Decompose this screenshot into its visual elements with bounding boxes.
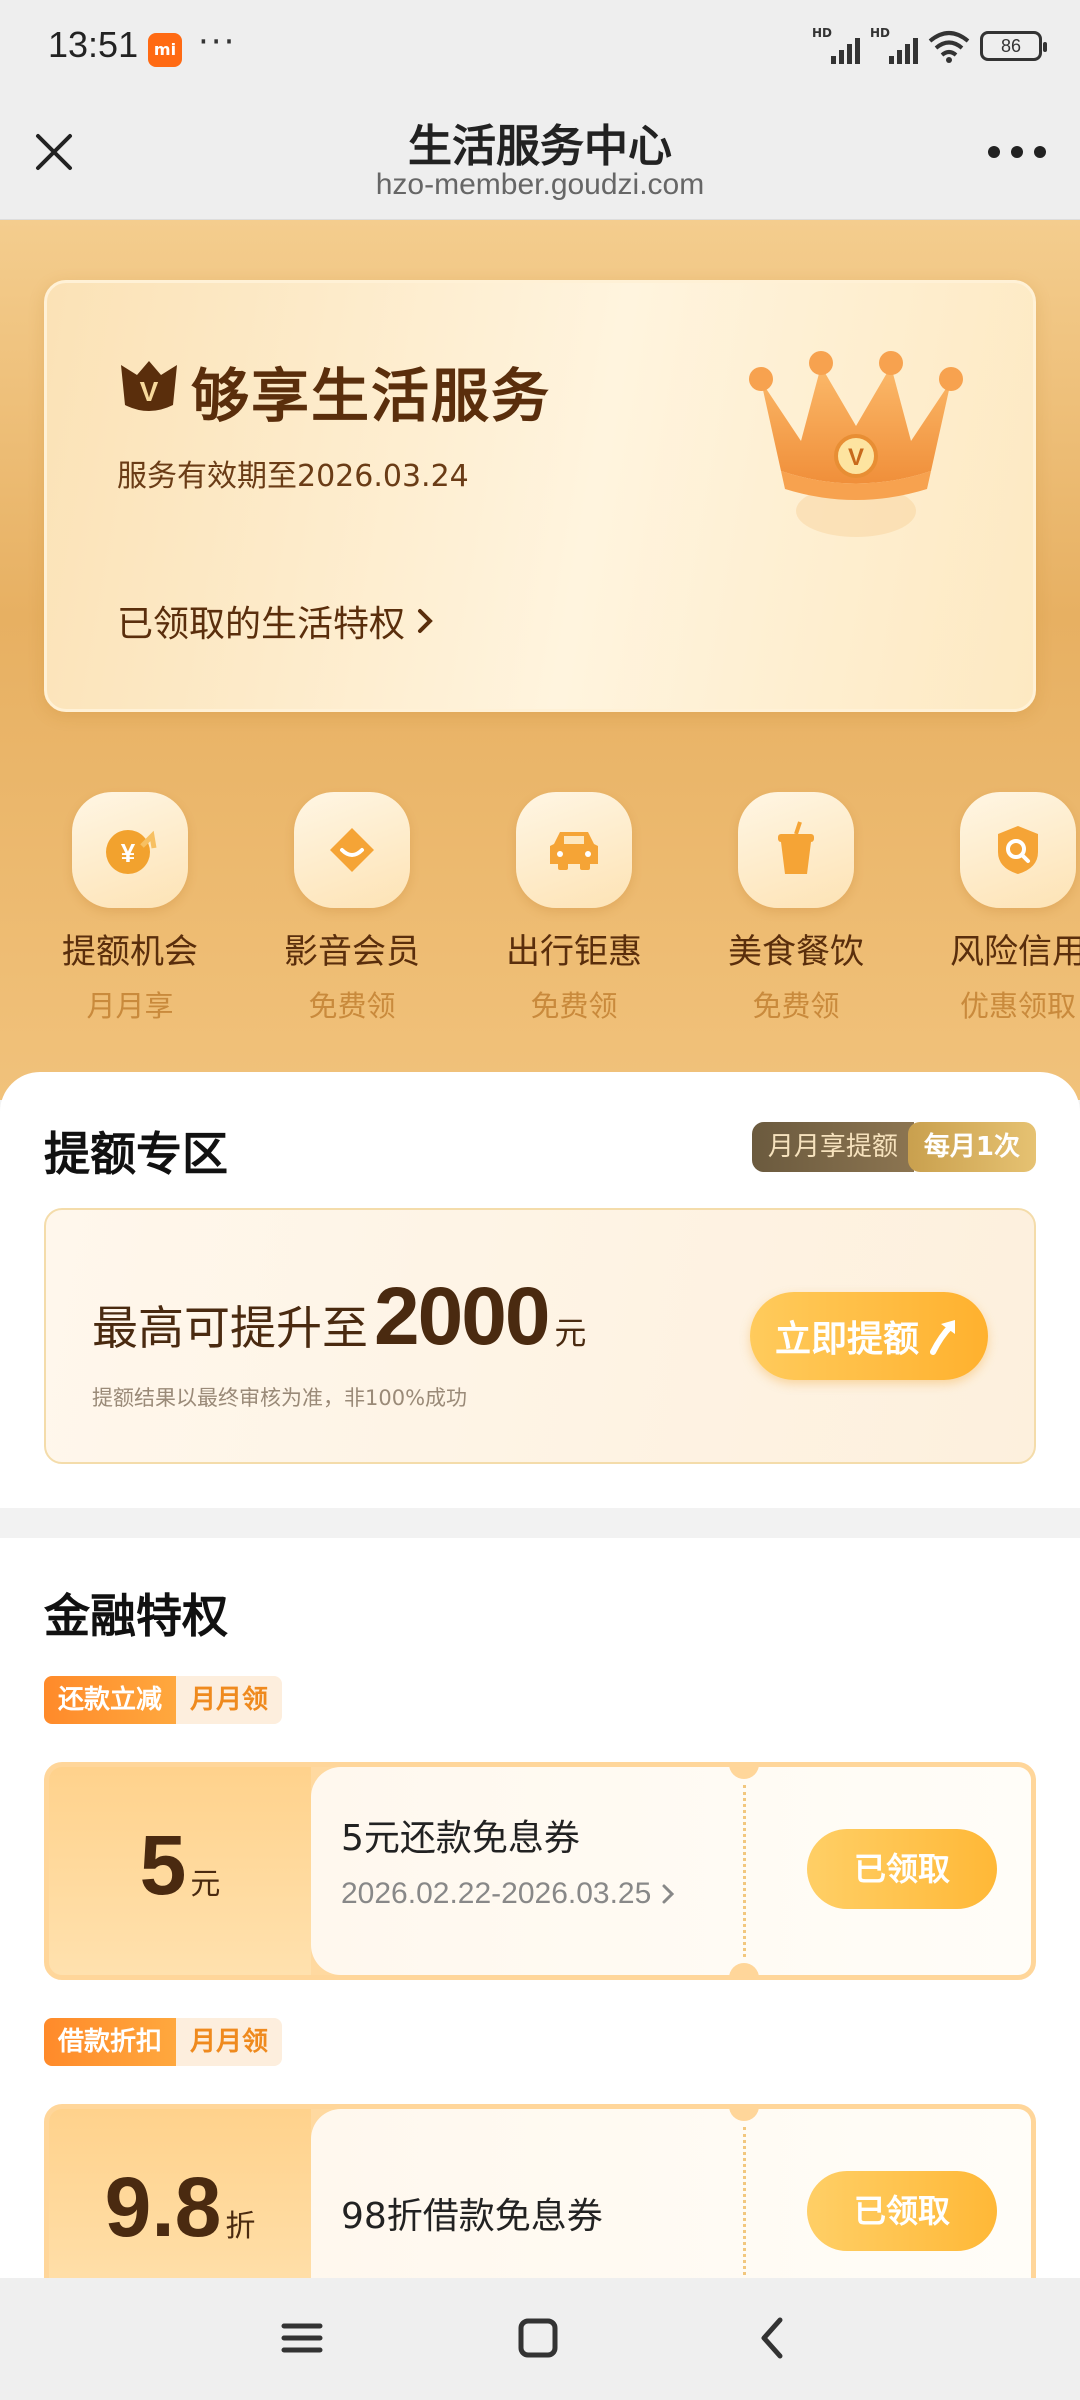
hero-background: V 够享生活服务 服务有效期至2026.03.24 已领取的生活特权 V ¥ 提…	[0, 220, 1080, 1100]
coupon-date-link[interactable]: 2026.02.22-2026.03.25	[341, 1877, 675, 1911]
coupon-amount: 5元	[139, 1818, 221, 1912]
category-item-travel[interactable]: 出行钜惠 免费领	[474, 792, 674, 1025]
membership-title: 够享生活服务	[191, 362, 552, 430]
membership-card: V 够享生活服务 服务有效期至2026.03.24 已领取的生活特权 V	[44, 280, 1036, 712]
boost-unit: 元	[554, 1314, 587, 1352]
yen-up-icon: ¥	[72, 792, 188, 908]
menu-icon[interactable]	[272, 2308, 332, 2368]
boost-amount: 2000	[374, 1271, 550, 1362]
category-grid: ¥ 提额机会 月月享 影音会员 免费领 出行钜惠 免费领 美食餐饮 免费领 风险…	[0, 792, 1080, 1025]
monthly-boost-badge: 月月享提额	[751, 1122, 914, 1172]
coupon-date: 2026.02.22-2026.03.25	[341, 1877, 652, 1910]
arrow-up-right-icon	[930, 1320, 955, 1355]
section-title: 提额专区	[44, 1127, 228, 1181]
back-chevron-icon[interactable]	[744, 2308, 804, 2368]
coupon-amount: 9.8 折	[104, 2160, 256, 2254]
category-item-food[interactable]: 美食餐饮 免费领	[696, 792, 896, 1025]
chevron-right-icon	[662, 1884, 675, 1904]
coupon-tag-label: 借款折扣	[44, 2018, 177, 2066]
coupon-title: 5元还款免息券	[341, 1818, 580, 1859]
boost-now-button[interactable]: 立即提额	[750, 1292, 988, 1380]
category-sub: 优惠领取	[959, 989, 1076, 1023]
validity-text: 服务有效期至2026.03.24	[117, 459, 469, 494]
cup-icon	[738, 792, 854, 908]
repayment-coupon: 5元 5元还款免息券 2026.02.22-2026.03.25 已领取	[44, 1762, 1036, 1980]
boost-disclaimer: 提额结果以最终审核为准，非100%成功	[92, 1386, 468, 1410]
category-name: 出行钜惠	[506, 932, 642, 972]
category-name: 风险信用	[950, 932, 1080, 972]
category-name: 影音会员	[284, 932, 420, 972]
category-name: 提额机会	[62, 932, 198, 972]
finance-section: 金融特权 还款立减 月月领 5元 5元还款免息券 2026.02.22-2026…	[0, 1538, 1080, 2278]
claimed-button[interactable]: 已领取	[807, 2171, 997, 2251]
wifi-icon	[928, 31, 970, 63]
boost-card: 最高可提升至 2000 元 提额结果以最终审核为准，非100%成功 立即提额	[44, 1208, 1036, 1464]
once-per-month-badge: 每月1次	[907, 1122, 1036, 1172]
page-url: hzo-member.goudzi.com	[375, 168, 705, 201]
claimed-button[interactable]: 已领取	[807, 1829, 997, 1909]
chevron-right-icon	[418, 609, 433, 633]
signal-icon-2: HD	[870, 26, 918, 64]
boost-prefix: 最高可提升至	[92, 1301, 368, 1355]
status-time: 13:51	[48, 24, 139, 65]
category-sub: 免费领	[308, 989, 396, 1023]
coupon-tag-sub: 月月领	[176, 1676, 283, 1724]
loan-coupon: 9.8 折 98折借款免息券 已领取	[44, 2104, 1036, 2278]
title-bar: 生活服务中心 hzo-member.goudzi.com	[0, 96, 1080, 220]
coupon-title: 98折借款免息券	[341, 2196, 603, 2237]
status-right-icons: HD HD 86	[812, 26, 1047, 64]
category-sub: 免费领	[752, 989, 840, 1023]
category-name: 美食餐饮	[728, 932, 864, 972]
boost-badges: 月月享提额 每月1次	[751, 1122, 1036, 1172]
mi-app-icon: mi	[148, 33, 182, 67]
svg-text:¥: ¥	[121, 838, 136, 868]
svg-text:V: V	[140, 376, 159, 407]
signal-icon: HD	[812, 26, 860, 64]
claimed-privileges-label: 已领取的生活特权	[117, 604, 406, 645]
more-dots-icon[interactable]	[988, 146, 1046, 160]
page-title: 生活服务中心	[408, 121, 672, 172]
section-title: 金融特权	[44, 1589, 228, 1643]
category-item-media[interactable]: 影音会员 免费领	[252, 792, 452, 1025]
svg-text:V: V	[848, 444, 864, 471]
category-item-boost[interactable]: ¥ 提额机会 月月享	[30, 792, 230, 1025]
category-sub: 免费领	[530, 989, 618, 1023]
status-more-icon: ···	[198, 22, 237, 62]
claimed-privileges-link[interactable]: 已领取的生活特权	[117, 595, 435, 647]
car-icon	[516, 792, 632, 908]
status-bar: 13:51 mi ··· HD HD 86	[0, 0, 1080, 96]
coupon-tag-sub: 月月领	[176, 2018, 283, 2066]
home-square-icon[interactable]	[508, 2308, 568, 2368]
battery-icon: 86	[980, 31, 1047, 61]
shield-search-icon	[960, 792, 1076, 908]
system-nav-bar	[0, 2278, 1080, 2400]
boost-button-label: 立即提额	[774, 1319, 919, 1360]
boost-headline: 最高可提升至 2000 元	[92, 1270, 586, 1364]
coupon-tag: 借款折扣 月月领	[44, 2018, 283, 2066]
coupon-tag-label: 还款立减	[44, 1676, 177, 1724]
crown-icon: V	[749, 351, 963, 537]
category-item-credit[interactable]: 风险信用 优惠领取	[918, 792, 1080, 1025]
category-sub: 月月享	[86, 989, 174, 1023]
v-shield-logo-icon: V	[121, 361, 177, 411]
boost-section: 提额专区 月月享提额 每月1次 最高可提升至 2000 元 提额结果以最终审核为…	[0, 1072, 1080, 1508]
coupon-tag: 还款立减 月月领	[44, 1676, 283, 1724]
gem-icon	[294, 792, 410, 908]
